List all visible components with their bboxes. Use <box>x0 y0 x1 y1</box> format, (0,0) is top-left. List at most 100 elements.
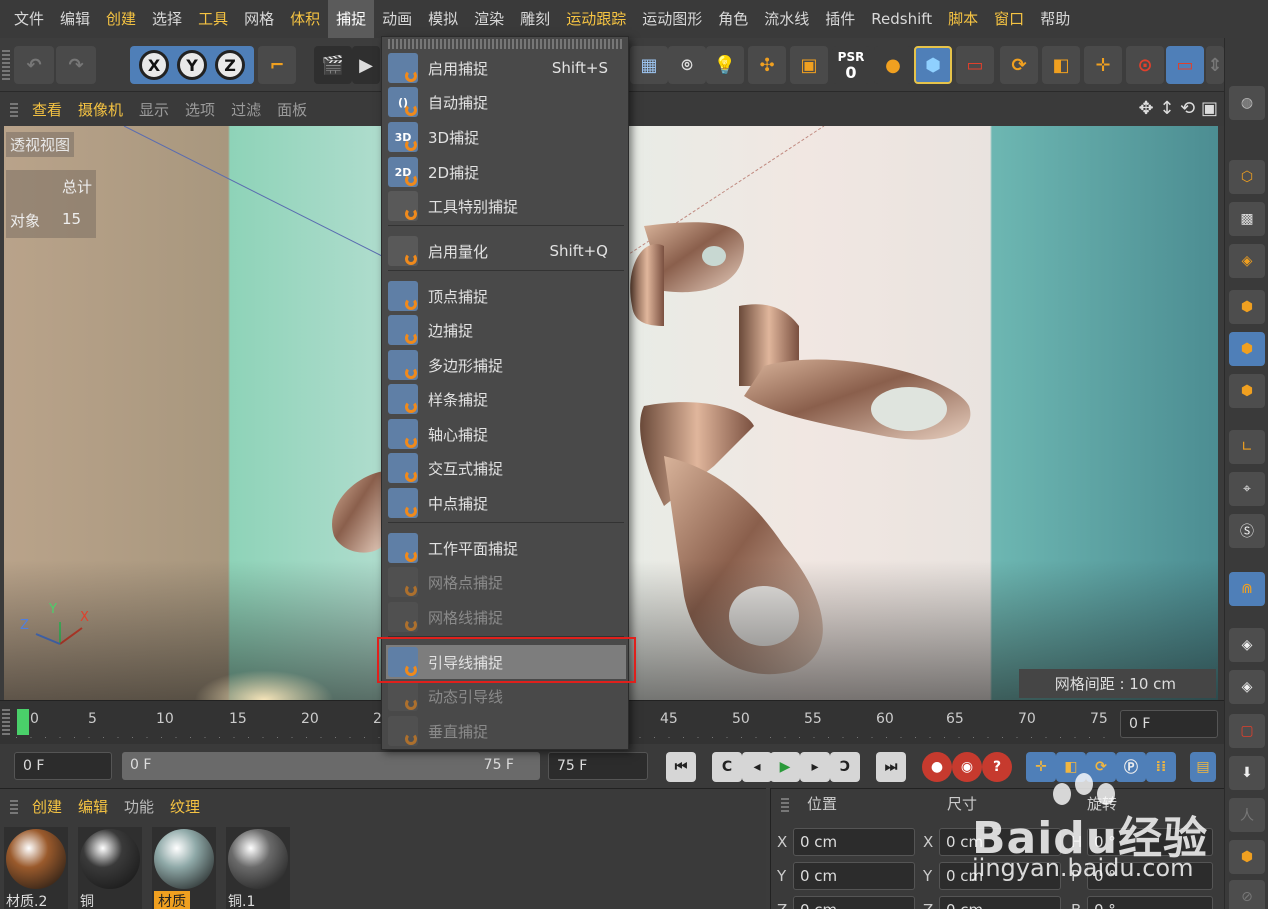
material-swatch[interactable]: 铜 <box>78 827 142 909</box>
menu-item-13[interactable]: 运动图形 <box>634 0 710 38</box>
make-editable-button[interactable]: ◍ <box>1229 86 1265 120</box>
go-to-start-button[interactable]: ⏮ <box>666 752 696 782</box>
points-mode-button[interactable]: ⬡ <box>1229 160 1265 194</box>
import-button[interactable]: ⬇ <box>1229 756 1265 790</box>
playhead[interactable] <box>17 709 29 735</box>
snap-menu-item-12[interactable]: 中点捕捉 <box>386 486 626 520</box>
snap-menu-item-3[interactable]: 2D 2D捕捉 <box>386 155 626 189</box>
pan-view-icon[interactable]: ✥ <box>1139 98 1154 119</box>
workplane-align-button[interactable]: ◈ <box>1229 670 1265 704</box>
character-button[interactable]: 人 <box>1229 798 1265 832</box>
move-tool-button[interactable]: ✛ <box>1084 46 1122 84</box>
viewport-grip[interactable] <box>10 101 18 117</box>
snap-toggle-button[interactable]: ⋒ <box>1229 572 1265 606</box>
menu-item-5[interactable]: 网格 <box>236 0 282 38</box>
size-field[interactable]: 0 cm <box>939 896 1061 909</box>
snap-menu-item-8[interactable]: 多边形捕捉 <box>386 348 626 382</box>
texture-mode-button[interactable]: ▩ <box>1229 202 1265 236</box>
coordinates-grip[interactable] <box>781 796 789 812</box>
position-field[interactable]: 0 cm <box>793 896 915 909</box>
select-mode-button[interactable]: ▭ <box>1166 46 1204 84</box>
menu-item-6[interactable]: 体积 <box>282 0 328 38</box>
menu-item-18[interactable]: 脚本 <box>940 0 986 38</box>
menu-item-15[interactable]: 流水线 <box>756 0 817 38</box>
coordinates-button[interactable]: ● <box>874 46 912 84</box>
menu-item-17[interactable]: Redshift <box>863 0 940 38</box>
prev-frame-button[interactable]: ◂ <box>742 752 772 782</box>
snap-menu-item-5[interactable]: 启用量化 Shift+Q <box>386 234 626 268</box>
x-axis-toggle[interactable]: X <box>139 50 169 80</box>
snap-menu-item-9[interactable]: 样条捕捉 <box>386 382 626 416</box>
camera-button[interactable]: ⌾ <box>668 46 706 84</box>
menu-item-4[interactable]: 工具 <box>190 0 236 38</box>
floor-button[interactable]: ▦ <box>630 46 668 84</box>
menu-item-9[interactable]: 模拟 <box>420 0 466 38</box>
end-frame-field[interactable]: 75 F <box>548 752 648 780</box>
menu-item-20[interactable]: 帮助 <box>1032 0 1078 38</box>
menu-item-0[interactable]: 文件 <box>6 0 52 38</box>
material-grip[interactable] <box>10 798 18 814</box>
z-axis-toggle[interactable]: Z <box>215 50 245 80</box>
more-tools-button[interactable]: ⇕ <box>1206 46 1224 84</box>
timeline-grip[interactable] <box>2 709 10 735</box>
polygon-mode-button[interactable]: ⬢ <box>1229 374 1265 408</box>
rect-select-button[interactable]: ▭ <box>956 46 994 84</box>
position-field[interactable]: 0 cm <box>793 828 915 856</box>
viewport-menu-item-2[interactable]: 显示 <box>131 99 177 120</box>
workplane-mode-button[interactable]: ◈ <box>1229 244 1265 278</box>
play-button[interactable]: ▶ <box>770 752 800 782</box>
workplane-lock-button[interactable]: ◈ <box>1229 628 1265 662</box>
material-menu-item-2[interactable]: 功能 <box>116 796 162 817</box>
material-swatch[interactable]: 铜.1 <box>226 827 290 909</box>
dolly-view-icon[interactable]: ↕ <box>1159 98 1174 119</box>
viewport-menu-item-0[interactable]: 查看 <box>24 99 70 120</box>
snap-menu-item-0[interactable]: 启用捕捉 Shift+S <box>386 51 626 85</box>
solo-mode-button[interactable]: Ⓢ <box>1229 514 1265 548</box>
tweak-mode-button[interactable]: ⌖ <box>1229 472 1265 506</box>
snap-menu-item-2[interactable]: 3D 3D捕捉 <box>386 120 626 154</box>
toolbar-grip[interactable] <box>2 50 10 80</box>
viewport-menu-item-3[interactable]: 选项 <box>177 99 223 120</box>
live-select-button[interactable]: ⊙ <box>1126 46 1164 84</box>
snap-menu-item-1[interactable]: () 自动捕捉 <box>386 85 626 119</box>
rotation-field[interactable]: 0 ° <box>1087 896 1213 909</box>
prev-key-button[interactable]: C <box>712 752 742 782</box>
render-view-button[interactable]: 🎬 <box>314 46 352 84</box>
viewport-menu-item-5[interactable]: 面板 <box>269 99 315 120</box>
material-menu-item-3[interactable]: 纹理 <box>162 796 208 817</box>
material-swatch[interactable]: 材质 <box>152 827 216 909</box>
point-mode-button[interactable]: ⬢ <box>1229 290 1265 324</box>
snap-menu-item-13[interactable]: 工作平面捕捉 <box>386 531 626 565</box>
preview-range-slider[interactable]: 0 F 75 F <box>122 752 540 780</box>
axis-mode-button[interactable]: ∟ <box>1229 430 1265 464</box>
viewport-menu-item-4[interactable]: 过滤 <box>223 99 269 120</box>
scale-tool-button[interactable]: ◧ <box>1042 46 1080 84</box>
snap-menu-item-6[interactable]: 顶点捕捉 <box>386 279 626 313</box>
snap-menu-item-11[interactable]: 交互式捕捉 <box>386 451 626 485</box>
menu-item-2[interactable]: 创建 <box>98 0 144 38</box>
box-tool-button[interactable]: ⬢ <box>1229 840 1265 874</box>
deformer-button[interactable]: ✣ <box>748 46 786 84</box>
undo-button[interactable]: ↶ <box>14 46 54 84</box>
menu-item-14[interactable]: 角色 <box>710 0 756 38</box>
menu-item-3[interactable]: 选择 <box>144 0 190 38</box>
viewport-menu-item-1[interactable]: 摄像机 <box>70 99 131 120</box>
position-field[interactable]: 0 cm <box>793 862 915 890</box>
menu-item-1[interactable]: 编辑 <box>52 0 98 38</box>
edge-mode-button[interactable]: ⬢ <box>1229 332 1265 366</box>
record-keys-button[interactable]: ● <box>922 752 952 782</box>
scene-button[interactable]: ▣ <box>790 46 828 84</box>
go-to-end-button[interactable]: ⏭ <box>876 752 906 782</box>
rotate-tool-button[interactable]: ⟳ <box>1000 46 1038 84</box>
next-key-button[interactable]: Ↄ <box>830 752 860 782</box>
snap-menu-item-7[interactable]: 边捕捉 <box>386 313 626 347</box>
menu-item-12[interactable]: 运动跟踪 <box>558 0 634 38</box>
render-picture-button[interactable]: ▶ <box>352 46 380 84</box>
orbit-view-icon[interactable]: ⟲ <box>1180 98 1195 119</box>
menu-item-7[interactable]: 捕捉 <box>328 0 375 38</box>
current-frame-field[interactable]: 0 F <box>1120 710 1218 738</box>
snap-menu-item-10[interactable]: 轴心捕捉 <box>386 417 626 451</box>
y-axis-toggle[interactable]: Y <box>177 50 207 80</box>
maximize-view-icon[interactable]: ▣ <box>1201 98 1218 119</box>
psr-button[interactable]: PSR 0 <box>832 46 870 84</box>
